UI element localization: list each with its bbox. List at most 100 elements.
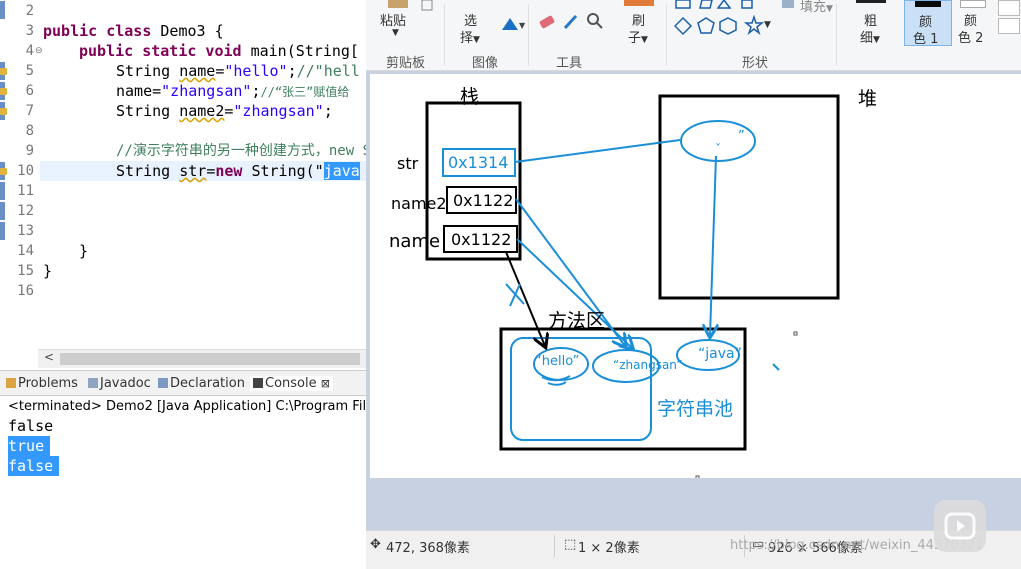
tab-label: Declaration xyxy=(170,376,245,391)
comment: //"hell xyxy=(296,62,360,80)
console-output-line: false xyxy=(8,456,60,476)
addr-name2: 0x1122 xyxy=(453,191,514,210)
group-divider xyxy=(836,4,837,66)
addr-name: 0x1122 xyxy=(451,230,512,249)
line-number: 9 xyxy=(25,143,34,159)
comment: //演示字符串的另一种创建方式，new S xyxy=(116,143,366,159)
color1-label: 色 1 xyxy=(913,32,939,47)
code-editor[interactable]: 2 3 4 ⊖ 5 6 7 8 9 10 11 12 13 14 15 16 p… xyxy=(0,0,366,370)
console-view: Problems Javadoc Declaration Console ⊠ <… xyxy=(0,370,385,569)
line-number: 11 xyxy=(17,183,34,199)
shapes-scroll-down-icon[interactable]: ▼ xyxy=(764,20,771,30)
console-output-line: false xyxy=(8,417,54,435)
thickness-button-line2[interactable]: 细▼ xyxy=(860,27,880,46)
type-name: String xyxy=(116,102,180,120)
line-number-gutter: 2 3 4 ⊖ 5 6 7 8 9 10 11 12 13 14 15 16 xyxy=(0,0,43,350)
code-text: ; xyxy=(323,102,333,120)
pool-hello-text: “hello” xyxy=(535,354,580,369)
group-image: 图像 xyxy=(472,56,499,71)
chevron-down-icon: ▼ xyxy=(873,35,880,45)
pool-java-text: “java” xyxy=(698,346,742,362)
color2-label: 色 2 xyxy=(958,31,984,46)
selection-size: 1 × 2像素 xyxy=(578,541,640,556)
rotate-icon[interactable]: ▼ xyxy=(500,14,526,32)
play-icon xyxy=(944,512,976,540)
tab-label: Problems xyxy=(18,376,78,391)
code-line-5[interactable]: String name="hello";//"hell xyxy=(116,61,360,81)
thickness-label: 细 xyxy=(860,31,874,46)
arrow-name-to-hello xyxy=(505,251,545,346)
select-button-line2[interactable]: 择▼ xyxy=(460,27,480,46)
code-text: Demo3 { xyxy=(151,22,224,40)
javadoc-icon xyxy=(88,378,98,388)
select-label: 择 xyxy=(460,31,474,46)
declaration-icon xyxy=(158,378,168,388)
code-text: main(String[ xyxy=(241,42,359,60)
tab-problems[interactable]: Problems xyxy=(6,376,78,391)
color-picker-icon[interactable] xyxy=(562,12,580,30)
palette-swatch[interactable] xyxy=(998,18,1020,34)
thickness-icon xyxy=(856,0,886,3)
brush-icon[interactable] xyxy=(624,0,654,6)
keyword: new xyxy=(215,162,243,180)
line-number: 12 xyxy=(17,203,34,219)
tab-console[interactable]: Console ⊠ xyxy=(250,376,333,391)
selected-text[interactable]: java xyxy=(323,162,360,180)
code-line-9[interactable]: //演示字符串的另一种创建方式，new S xyxy=(116,141,366,161)
tab-declaration[interactable]: Declaration xyxy=(158,376,245,391)
code-line-7[interactable]: String name2="zhangsan"; xyxy=(116,101,333,121)
shapes-gallery[interactable] xyxy=(674,0,766,38)
line-number: 6 xyxy=(25,83,34,99)
svg-text:▼: ▼ xyxy=(519,21,526,30)
code-line-10[interactable]: String str=new String("java xyxy=(116,161,360,181)
code-line-14[interactable]: } xyxy=(79,241,88,261)
code-line-3[interactable]: public class Demo3 { xyxy=(43,21,224,41)
line-number: 15 xyxy=(17,263,34,279)
type-name: String xyxy=(116,162,180,180)
svg-text:ˇ: ˇ xyxy=(715,142,721,156)
code-line-4[interactable]: public static void main(String[ xyxy=(79,41,359,61)
copy-icon[interactable] xyxy=(421,0,435,12)
color2-button[interactable]: 颜 色 2 xyxy=(952,0,992,46)
scrollbar-thumb[interactable] xyxy=(60,353,360,365)
line-number: 13 xyxy=(17,223,34,239)
code-line-15[interactable]: } xyxy=(43,261,52,281)
chevron-down-icon: ▼ xyxy=(473,35,480,45)
operator: = xyxy=(206,162,216,180)
chevron-down-icon[interactable]: ▼ xyxy=(392,28,399,38)
paint-ribbon: 粘贴 ▼ 剪贴板 选 择▼ ▼ 图像 工具 刷 子▼ ▼ 填充▼ 形状 粗 细▼… xyxy=(366,0,1021,71)
heap-box xyxy=(658,94,840,300)
paint-canvas[interactable]: ” ˇ 栈 堆 方法区 字符串池 str name2 name 0x1314 0… xyxy=(370,74,1021,478)
play-button[interactable] xyxy=(934,500,986,552)
tab-javadoc[interactable]: Javadoc xyxy=(88,376,151,391)
fill-icon xyxy=(782,0,794,8)
magnifier-icon[interactable] xyxy=(586,12,604,30)
eraser-icon[interactable] xyxy=(538,14,556,30)
var-label-name2: name2 xyxy=(391,194,447,213)
line-number: 3 xyxy=(25,23,34,39)
palette-swatch[interactable] xyxy=(998,0,1020,16)
horizontal-scrollbar[interactable]: < xyxy=(38,349,366,368)
brush-button-line2[interactable]: 子▼ xyxy=(628,27,648,46)
tab-label: Console xyxy=(265,376,317,391)
cursor-position: 472, 368像素 xyxy=(386,541,470,556)
var-label-str: str xyxy=(397,154,419,173)
line-number: 5 xyxy=(25,63,34,79)
fill-button[interactable]: 填充▼ xyxy=(800,0,833,15)
color1-button[interactable]: 颜 色 1 xyxy=(904,0,952,47)
group-divider xyxy=(528,4,529,66)
code-line-6[interactable]: name="zhangsan";//“张三”赋值给 xyxy=(116,81,349,102)
scroll-left-button[interactable]: < xyxy=(44,350,54,364)
code-text: String(" xyxy=(242,162,324,180)
color1-swatch xyxy=(915,1,941,7)
selection-icon: ⬚ xyxy=(564,537,577,552)
variable: name xyxy=(116,82,153,100)
paste-button[interactable]: 粘贴 xyxy=(380,10,406,29)
close-icon[interactable]: ⊠ xyxy=(321,377,330,390)
move-cursor-icon: ✥ xyxy=(370,537,381,552)
string-literal: "zhangsan" xyxy=(233,102,324,120)
tab-label: Javadoc xyxy=(100,376,151,391)
fold-toggle-icon[interactable]: ⊖ xyxy=(35,46,43,56)
code-text: ; xyxy=(251,82,261,100)
operator: = xyxy=(152,82,162,100)
